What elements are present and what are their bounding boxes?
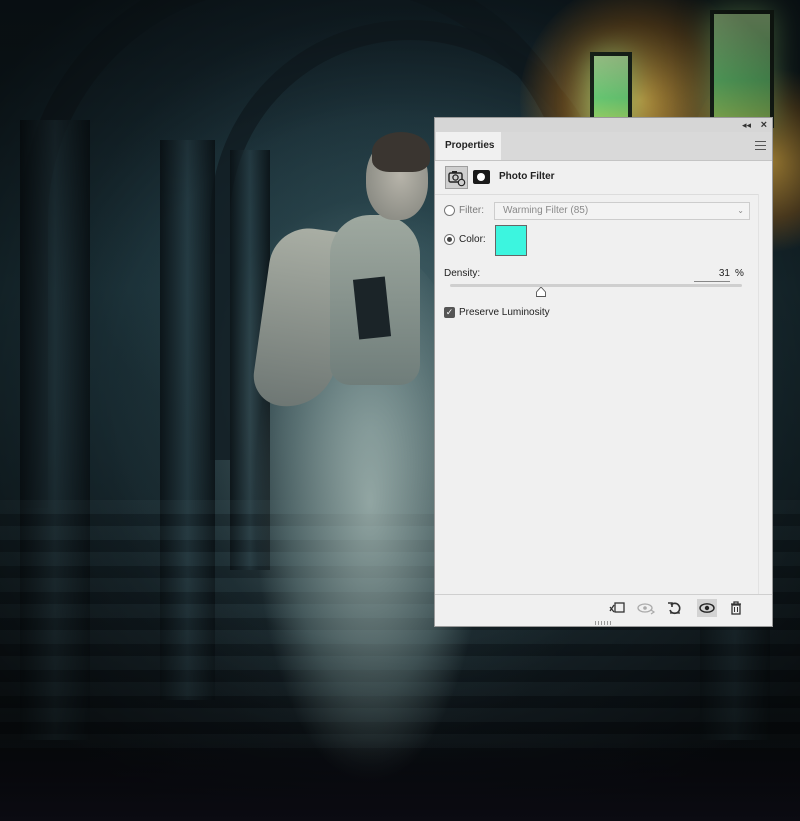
filter-radio[interactable] (444, 205, 455, 216)
photo-filter-adjustment-icon[interactable] (445, 166, 468, 189)
density-slider[interactable] (450, 284, 742, 287)
panel-menu-icon[interactable] (755, 141, 766, 150)
reset-icon[interactable] (665, 599, 685, 617)
panel-footer (435, 594, 772, 622)
visibility-eye-icon[interactable] (697, 599, 717, 617)
chevron-down-icon: ⌄ (737, 206, 744, 215)
floor-shadow (0, 740, 800, 821)
density-unit: % (735, 268, 744, 279)
clip-to-layer-icon[interactable] (607, 599, 627, 617)
density-input[interactable]: 31 (694, 268, 730, 282)
properties-panel: ◂◂ × Properties Photo Filter Filter: War… (434, 117, 773, 627)
tab-properties[interactable]: Properties (436, 132, 501, 160)
view-previous-state-icon[interactable] (636, 599, 656, 617)
filter-dropdown[interactable]: Warming Filter (85) ⌄ (494, 202, 750, 220)
adjustment-title: Photo Filter (499, 171, 555, 182)
panel-resize-grip[interactable] (595, 621, 613, 625)
panel-tab-bar: Properties (435, 132, 772, 161)
adjustment-header: Photo Filter (435, 161, 772, 195)
color-label: Color: (459, 234, 486, 245)
panel-scrollbar[interactable] (758, 194, 772, 594)
double-chevron-left-icon[interactable]: ◂◂ (742, 119, 751, 131)
close-icon[interactable]: × (761, 118, 767, 132)
filter-label: Filter: (459, 205, 484, 216)
preserve-luminosity-label: Preserve Luminosity (459, 307, 550, 318)
density-label: Density: (444, 268, 481, 279)
trash-icon[interactable] (726, 599, 746, 617)
panel-title-bar[interactable]: ◂◂ × (435, 118, 772, 132)
color-swatch[interactable] (495, 225, 527, 256)
filter-dropdown-value: Warming Filter (85) (503, 205, 589, 216)
color-radio[interactable] (444, 234, 455, 245)
preserve-luminosity-checkbox[interactable]: ✓ (444, 307, 455, 318)
density-slider-thumb[interactable] (535, 287, 546, 297)
layer-mask-icon[interactable] (473, 170, 490, 184)
